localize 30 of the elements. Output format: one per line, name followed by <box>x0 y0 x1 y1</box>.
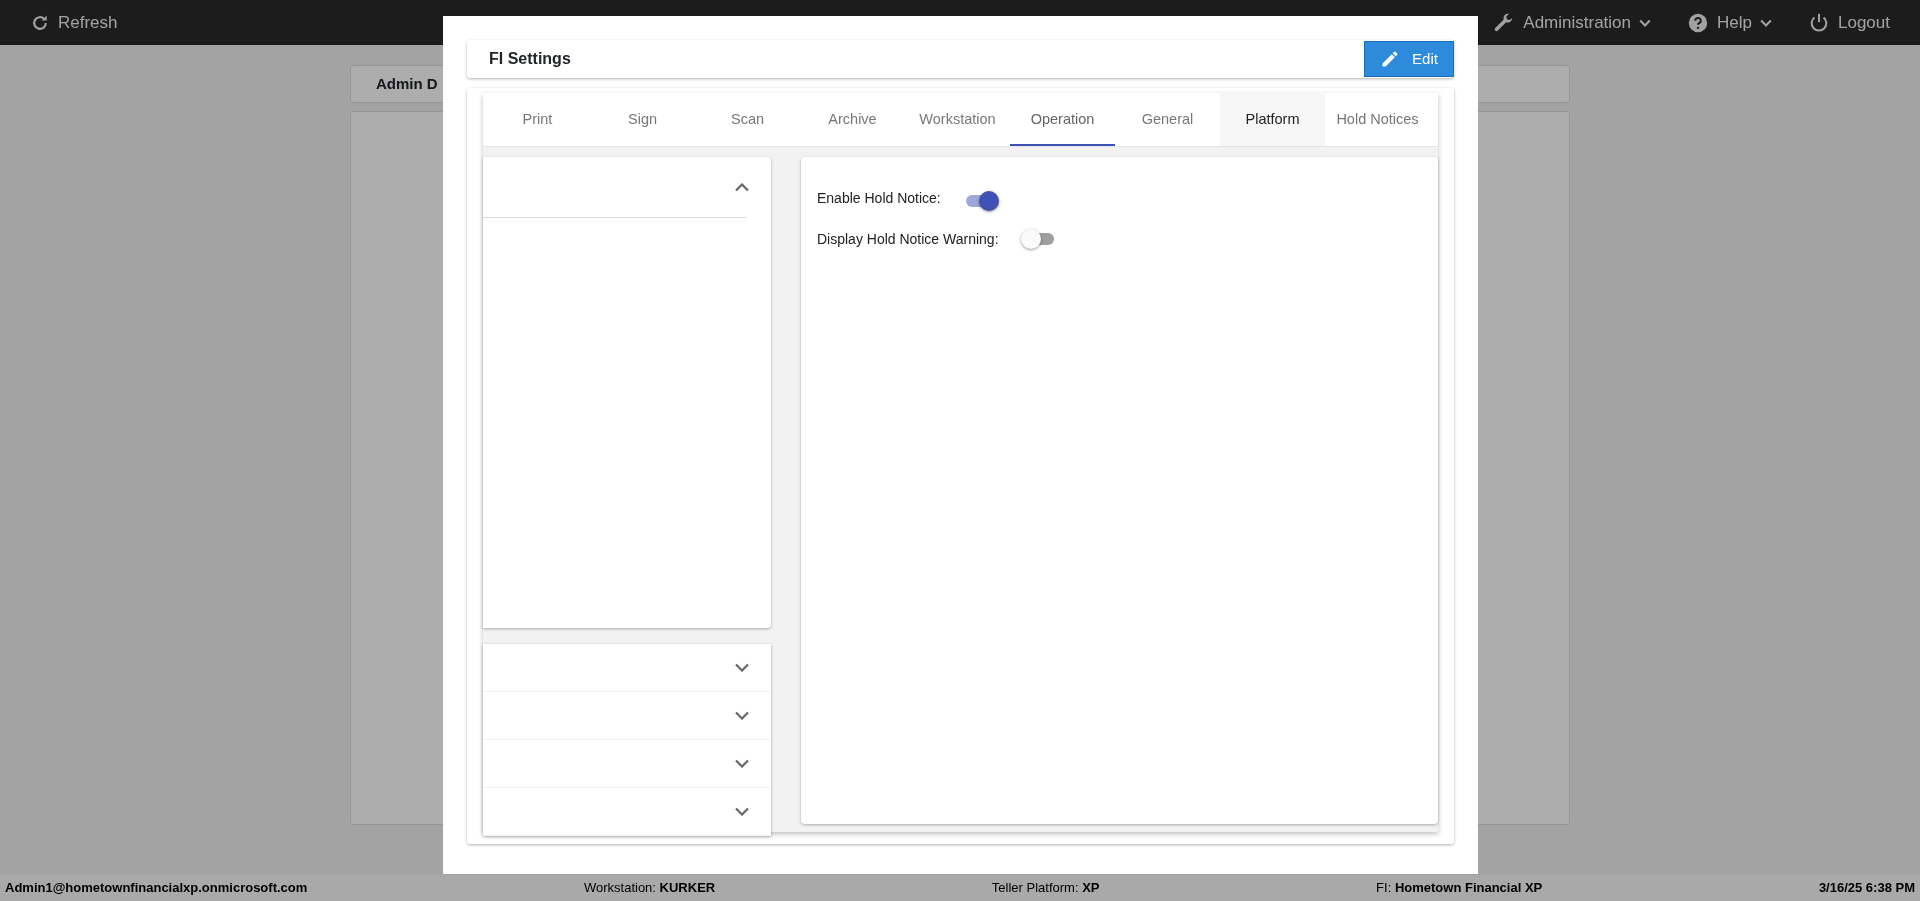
menu-button[interactable]: Administration <box>1493 9 1652 36</box>
power-icon <box>1808 11 1830 34</box>
tab[interactable]: Archive <box>800 93 905 146</box>
dialog-title: FI Settings <box>489 49 571 69</box>
status-text: 3/16/25 6:38 PM <box>1818 879 1915 898</box>
chevron-up-icon <box>735 182 749 192</box>
status-text: Teller Platform: XP <box>991 879 1100 898</box>
chevron-down-icon <box>735 759 749 768</box>
chevron-down-icon <box>735 807 749 816</box>
chevron-down-icon <box>735 663 749 672</box>
status-text: Workstation: KURKER <box>583 879 716 898</box>
tab[interactable]: General <box>1115 93 1220 146</box>
tab[interactable]: Workstation <box>905 93 1010 146</box>
tab[interactable]: Operation <box>1010 93 1115 146</box>
menu-button[interactable]: Help <box>1687 9 1772 36</box>
status-text: Admin1@hometownfinancialxp.onmicrosoft.com <box>5 879 308 898</box>
setting-label: Enable Hold Notice: <box>817 188 941 208</box>
tab[interactable]: Scan <box>695 93 800 146</box>
status-text: FI: Hometown Financial XP <box>1376 879 1543 898</box>
page-title: Admin D <box>376 73 438 94</box>
tab[interactable]: Hold Notices <box>1325 93 1430 146</box>
tab[interactable]: Print <box>485 93 590 146</box>
chevron-down-icon <box>735 711 749 720</box>
tab[interactable]: Platform <box>1220 93 1325 146</box>
logout-button[interactable]: Logout <box>1808 9 1890 36</box>
tab[interactable]: Sign <box>590 93 695 146</box>
setting-label: Display Hold Notice Warning: <box>817 229 999 249</box>
refresh-button[interactable]: Refresh <box>30 9 118 36</box>
edit-button[interactable]: Edit <box>1364 41 1454 77</box>
help-icon <box>1687 11 1710 34</box>
